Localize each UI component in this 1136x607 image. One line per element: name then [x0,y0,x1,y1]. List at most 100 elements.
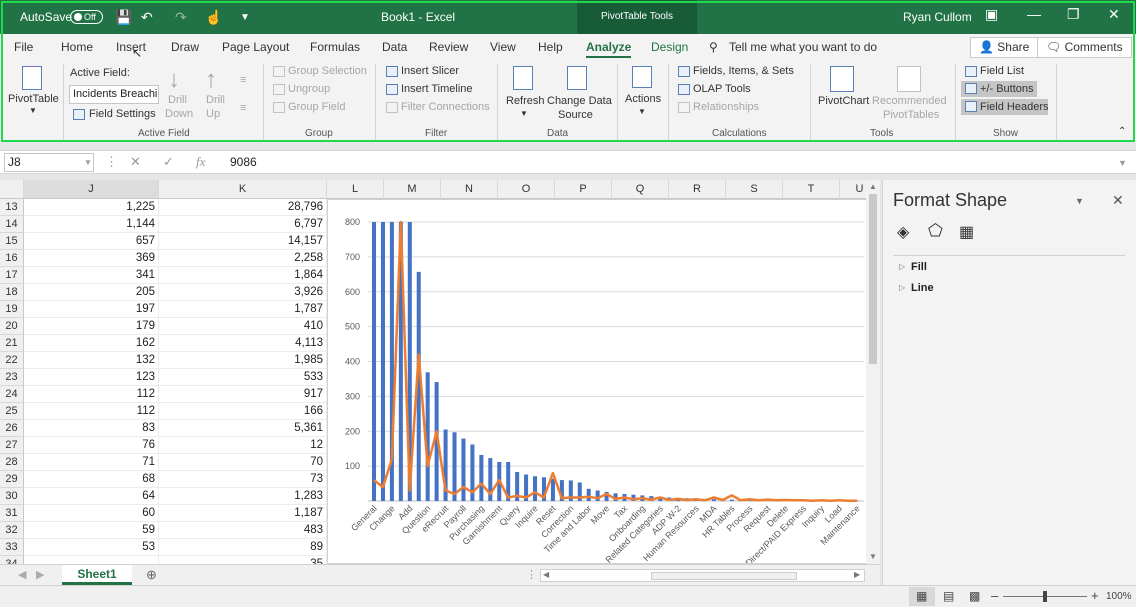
row-header[interactable]: 34 [0,556,24,564]
vertical-scroll-thumb[interactable] [869,194,877,364]
row-header[interactable]: 18 [0,284,24,301]
comments-button[interactable]: 🗨 Comments [1037,37,1132,58]
cell-k[interactable]: 89 [159,539,327,556]
insert-slicer-button[interactable]: Insert Slicer [401,65,459,77]
tab-draw[interactable]: Draw [171,40,199,54]
row-header[interactable]: 26 [0,420,24,437]
drill-down-label-1[interactable]: Drill [168,94,187,106]
zoom-in-icon[interactable]: + [1091,588,1099,603]
next-sheet-icon[interactable]: ▶ [36,568,44,581]
row-header[interactable]: 21 [0,335,24,352]
change-data-source-label-2[interactable]: Source [558,109,593,121]
buttons-toggle[interactable]: +/- Buttons [980,83,1034,95]
cell-j[interactable]: 197 [24,301,159,318]
autosave-toggle[interactable]: Off [70,10,103,24]
row-header[interactable]: 30 [0,488,24,505]
cell-k[interactable]: 483 [159,522,327,539]
row-header[interactable]: 32 [0,522,24,539]
horizontal-scrollbar[interactable]: ◀ ▶ [540,569,865,582]
row-header[interactable]: 20 [0,318,24,335]
group-selection-button[interactable]: Group Selection [288,65,367,77]
cell-j[interactable]: 53 [24,539,159,556]
row-header[interactable]: 25 [0,403,24,420]
scroll-right-icon[interactable]: ▶ [854,570,860,579]
cell-k[interactable]: 4,113 [159,335,327,352]
cell-k[interactable]: 70 [159,454,327,471]
name-box[interactable]: J8 [4,153,94,172]
minimize-icon[interactable]: — [1027,6,1041,22]
customize-qat-icon[interactable]: ▼ [240,12,250,23]
horizontal-scroll-thumb[interactable] [651,572,797,580]
actions-dropdown-icon[interactable]: ▼ [638,107,646,116]
cell-j[interactable]: 71 [24,454,159,471]
fields-items-sets-button[interactable]: Fields, Items, & Sets [693,65,794,77]
column-header-p[interactable]: P [555,180,612,199]
tab-view[interactable]: View [490,40,516,54]
cell-k[interactable]: 35 [159,556,327,564]
cell-k[interactable]: 1,187 [159,505,327,522]
effects-icon[interactable]: ⬠ [928,221,943,241]
cell-k[interactable]: 166 [159,403,327,420]
tab-analyze[interactable]: Analyze [586,40,632,58]
group-field-button[interactable]: Group Field [288,101,345,113]
drill-up-label-2[interactable]: Up [206,108,220,120]
cell-k[interactable]: 1,787 [159,301,327,318]
row-header[interactable]: 13 [0,199,24,216]
tab-review[interactable]: Review [429,40,468,54]
redo-icon[interactable]: ↷ [175,9,187,26]
refresh-dropdown-icon[interactable]: ▼ [520,109,528,118]
row-header[interactable]: 16 [0,250,24,267]
touch-mode-icon[interactable]: ☝ [205,9,222,26]
fill-line-icon[interactable]: ◈ [897,222,909,242]
normal-view-icon[interactable]: ▦ [916,589,927,603]
row-header[interactable]: 17 [0,267,24,284]
name-box-dropdown-icon[interactable]: ▼ [84,158,92,167]
tab-file[interactable]: File [14,40,33,54]
cell-j[interactable]: 112 [24,403,159,420]
cell-j[interactable]: 657 [24,233,159,250]
row-header[interactable]: 31 [0,505,24,522]
select-all-corner[interactable] [0,180,24,199]
cell-k[interactable]: 410 [159,318,327,335]
column-header-r[interactable]: R [669,180,726,199]
row-header[interactable]: 28 [0,454,24,471]
cell-k[interactable]: 14,157 [159,233,327,250]
scroll-up-icon[interactable]: ▲ [869,182,877,191]
cell-k[interactable]: 6,797 [159,216,327,233]
field-settings-button[interactable]: Field Settings [89,108,156,120]
enter-icon[interactable]: ✓ [163,154,174,170]
insert-timeline-button[interactable]: Insert Timeline [401,83,473,95]
expand-field-icon[interactable]: ≡ [240,74,246,86]
row-header[interactable]: 14 [0,216,24,233]
zoom-slider-thumb[interactable] [1043,591,1047,602]
save-icon[interactable]: 💾 [115,9,132,26]
column-header-k[interactable]: K [159,180,327,199]
pane-close-icon[interactable]: ✕ [1112,192,1124,209]
cell-j[interactable]: 59 [24,522,159,539]
size-properties-icon[interactable]: ▦ [959,222,974,242]
active-field-input[interactable]: Incidents Breaching [69,85,159,104]
cell-j[interactable]: 1,225 [24,199,159,216]
share-button[interactable]: 👤 Share [970,37,1039,58]
recommended-pivottables-label-1[interactable]: Recommended [872,95,947,107]
fill-expand-icon[interactable]: ▷ [899,262,905,271]
filter-connections-button[interactable]: Filter Connections [401,101,490,113]
cell-k[interactable]: 533 [159,369,327,386]
cell-k[interactable]: 2,258 [159,250,327,267]
user-name[interactable]: Ryan Cullom [903,10,972,24]
collapse-field-icon[interactable]: ≡ [240,102,246,114]
drill-up-label-1[interactable]: Drill [206,94,225,106]
cancel-icon[interactable]: ✕ [130,154,141,170]
scroll-left-icon[interactable]: ◀ [543,570,549,579]
column-header-s[interactable]: S [726,180,783,199]
formula-input[interactable]: 9086 [230,155,257,169]
cell-j[interactable]: 83 [24,420,159,437]
tab-help[interactable]: Help [538,40,563,54]
cell-k[interactable]: 917 [159,386,327,403]
cell-k[interactable]: 3,926 [159,284,327,301]
tab-home[interactable]: Home [61,40,93,54]
fill-section[interactable]: Fill [911,261,927,273]
column-header-m[interactable]: M [384,180,441,199]
tab-page-layout[interactable]: Page Layout [222,40,289,54]
column-header-q[interactable]: Q [612,180,669,199]
